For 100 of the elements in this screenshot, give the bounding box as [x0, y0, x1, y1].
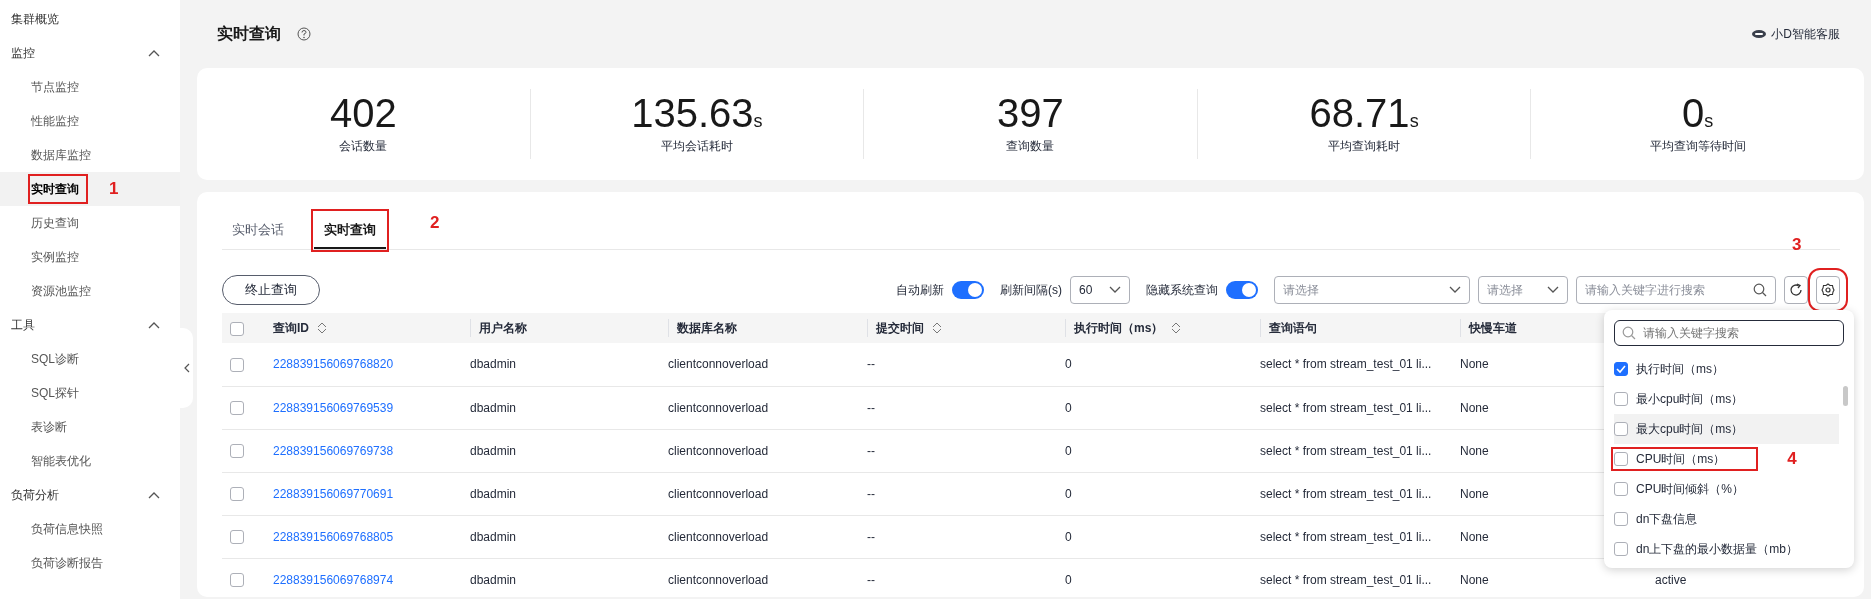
tab[interactable]: 实时查询	[314, 219, 386, 249]
sidebar-item[interactable]: 节点监控	[31, 75, 85, 99]
column-header: 执行时间（ms）	[1074, 320, 1164, 337]
query-id-link[interactable]: 228839156069768820	[273, 357, 394, 372]
callout-number: 1	[109, 178, 119, 201]
table-cell: None	[1460, 400, 1489, 415]
sidebar-item[interactable]: 表诊断	[31, 415, 73, 439]
column-option[interactable]: CPU时间倾斜（%）	[1636, 480, 1744, 498]
collapse-handle[interactable]	[180, 328, 193, 408]
row-checkbox[interactable]	[230, 358, 244, 373]
toggle-label: 隐藏系统查询	[1146, 282, 1218, 299]
table-cell: 0	[1065, 572, 1072, 587]
assistant-link[interactable]: 小D智能客服	[1771, 25, 1840, 43]
chevron-down-icon	[1547, 286, 1559, 294]
scrollbar-thumb[interactable]	[1843, 386, 1848, 406]
sidebar-group[interactable]: 工具	[11, 316, 35, 334]
table-cell: select * from stream_test_01 li...	[1260, 443, 1432, 458]
table-cell: select * from stream_test_01 li...	[1260, 357, 1432, 372]
sidebar-group[interactable]: 监控	[11, 44, 35, 62]
sidebar-item[interactable]: 智能表优化	[31, 449, 97, 473]
column-header: 快慢车道	[1469, 320, 1517, 337]
row-checkbox[interactable]	[230, 530, 244, 545]
stat-label: 平均查询耗时	[1327, 138, 1402, 155]
stat-label: 平均会话耗时	[659, 138, 734, 155]
sidebar-item[interactable]: 负荷诊断报告	[31, 551, 109, 575]
table-cell: --	[867, 572, 875, 587]
table-cell: None	[1460, 529, 1489, 544]
stat-value: 402	[328, 93, 398, 133]
column-checkbox[interactable]	[1614, 542, 1628, 556]
table-cell: None	[1460, 486, 1489, 501]
sidebar-item[interactable]: 性能监控	[31, 109, 85, 133]
table-cell: --	[867, 400, 875, 415]
search-icon	[1622, 326, 1636, 340]
query-id-link[interactable]: 228839156069769738	[273, 443, 394, 458]
sidebar-item[interactable]: 实时查询	[31, 177, 85, 201]
sidebar-group[interactable]: 负荷分析	[11, 486, 59, 504]
column-checkbox[interactable]	[1614, 512, 1628, 526]
table-cell: 0	[1065, 486, 1072, 501]
terminate-button[interactable]: 终止查询	[222, 275, 320, 305]
settings-icon	[1821, 283, 1835, 297]
column-header: 数据库名称	[677, 320, 737, 337]
column-option[interactable]: 执行时间（ms）	[1636, 360, 1724, 378]
sidebar-item[interactable]: 集群概览	[11, 10, 59, 28]
sort-icon	[1171, 322, 1182, 334]
column-option[interactable]: 最小cpu时间（ms）	[1636, 390, 1744, 408]
sidebar-item[interactable]: SQL诊断	[31, 347, 85, 371]
stat-label: 查询数量	[1005, 138, 1056, 155]
stat-value: 0s	[1681, 93, 1715, 133]
stat-label: 平均查询等待时间	[1648, 138, 1747, 155]
row-checkbox[interactable]	[230, 444, 244, 459]
tab[interactable]: 实时会话	[222, 219, 294, 249]
query-id-link[interactable]: 228839156069770691	[273, 486, 394, 501]
query-id-link[interactable]: 228839156069768805	[273, 529, 394, 544]
stat-value: 397	[996, 93, 1065, 133]
column-checkbox[interactable]	[1614, 482, 1628, 496]
column-option[interactable]: CPU时间（ms）	[1636, 450, 1726, 468]
table-cell: --	[867, 529, 875, 544]
row-checkbox[interactable]	[230, 573, 244, 588]
table-cell: 0	[1065, 529, 1072, 544]
column-search-field[interactable]: 请输入关键字搜索	[1614, 320, 1844, 346]
query-id-link[interactable]: 228839156069768974	[273, 572, 394, 587]
filter-select[interactable]: 请选择	[1274, 276, 1470, 304]
table-cell: clientconnoverload	[668, 486, 769, 501]
stat-value: 68.71s	[1308, 93, 1420, 133]
table-cell: dbadmin	[470, 572, 517, 587]
search-field[interactable]: 请输入关键字进行搜索	[1576, 276, 1776, 304]
page-title: 实时查询	[217, 24, 281, 44]
column-checkbox[interactable]	[1614, 452, 1628, 466]
toggle-switch[interactable]	[1226, 281, 1258, 299]
chevron-left-icon	[183, 363, 190, 373]
column-header: 用户名称	[479, 320, 527, 337]
filter-select[interactable]: 请选择	[1478, 276, 1568, 304]
sidebar-item[interactable]: SQL探针	[31, 381, 85, 405]
callout-number: 2	[430, 212, 440, 234]
sidebar-item[interactable]: 数据库监控	[31, 143, 97, 167]
column-checkbox[interactable]	[1614, 362, 1628, 376]
column-header: 查询语句	[1269, 320, 1317, 337]
chevron-down-icon	[1109, 286, 1121, 294]
interval-label: 刷新间隔(s)	[1000, 282, 1062, 299]
table-cell: --	[867, 357, 875, 372]
sidebar-item[interactable]: 负荷信息快照	[31, 517, 109, 541]
table-cell: 0	[1065, 400, 1072, 415]
table-cell: select * from stream_test_01 li...	[1260, 572, 1432, 587]
interval-select[interactable]: 60	[1070, 276, 1130, 304]
sidebar-item[interactable]: 资源池监控	[31, 279, 97, 303]
row-checkbox[interactable]	[230, 487, 244, 502]
stat-value: 135.63s	[630, 93, 764, 133]
toggle-switch[interactable]	[952, 281, 984, 299]
column-checkbox[interactable]	[1614, 392, 1628, 406]
sidebar-item[interactable]: 实例监控	[31, 245, 85, 269]
column-option[interactable]: dn下盘信息	[1636, 510, 1698, 528]
row-checkbox[interactable]	[230, 401, 244, 416]
select-all-checkbox[interactable]	[230, 321, 244, 336]
query-id-link[interactable]: 228839156069769539	[273, 400, 394, 415]
column-checkbox[interactable]	[1614, 422, 1628, 436]
refresh-button[interactable]	[1784, 276, 1808, 304]
sort-icon	[317, 322, 327, 334]
table-cell: dbadmin	[470, 443, 517, 458]
column-option[interactable]: dn上下盘的最小数据量（mb）	[1636, 540, 1799, 558]
sidebar-item[interactable]: 历史查询	[31, 211, 85, 235]
